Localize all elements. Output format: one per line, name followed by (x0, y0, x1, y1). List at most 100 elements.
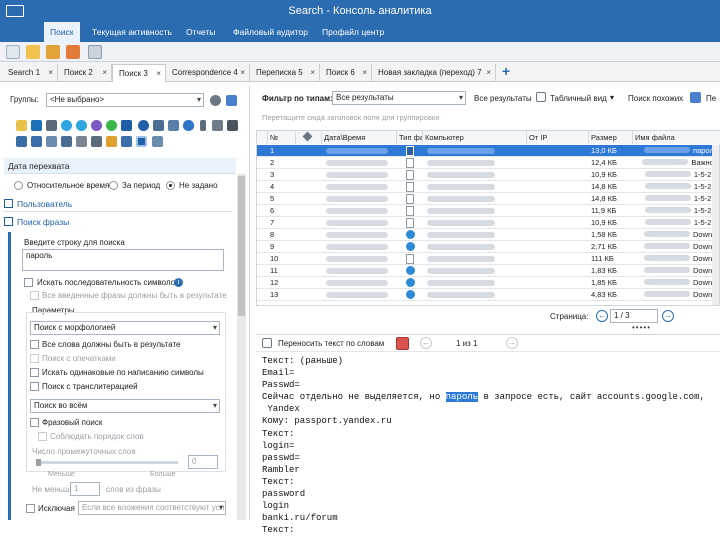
translit-checkbox[interactable] (30, 382, 39, 391)
phrase-checkbox[interactable] (4, 217, 13, 226)
phrase-section-header[interactable]: Поиск фразы (4, 214, 232, 230)
prev-doc-icon[interactable]: ← (420, 337, 432, 349)
header-filename[interactable]: Имя файла (633, 131, 720, 144)
pdf-icon[interactable] (396, 337, 409, 350)
add-tab-icon[interactable]: + (502, 63, 510, 79)
table-row[interactable]: 1 13,0 КБ пароле (257, 145, 719, 157)
tab-search-6[interactable]: Поиск 6 × (320, 64, 372, 82)
close-icon[interactable]: × (486, 64, 491, 82)
ribbon-tab-reports[interactable]: Отчеты (180, 22, 221, 42)
table-row[interactable]: 6 11,9 КБ 1-5-21- (257, 205, 719, 217)
between-words-input[interactable]: 0 (188, 455, 218, 469)
gear-icon[interactable] (210, 95, 221, 106)
table-row[interactable]: 2 12,4 КБ Важно.. (257, 157, 719, 169)
folder-icon[interactable] (106, 136, 117, 147)
prev-page-icon[interactable]: ← (596, 310, 608, 322)
table-row[interactable]: 11 1,83 КБ Downlo (257, 265, 719, 277)
web-icon[interactable] (138, 120, 149, 131)
date-unset-radio[interactable] (166, 181, 175, 190)
tab-search-2[interactable]: Поиск 2 × (58, 64, 112, 82)
cloud-icon[interactable] (183, 120, 194, 131)
goto-button[interactable]: Пе (706, 94, 716, 103)
close-icon[interactable]: × (156, 65, 161, 83)
between-words-slider[interactable] (36, 461, 178, 464)
close-icon[interactable]: × (102, 64, 107, 82)
clipboard-icon[interactable] (31, 136, 42, 147)
close-icon[interactable]: × (48, 64, 53, 82)
table-view-button[interactable]: Табличный вид (550, 94, 607, 103)
table-view-dropdown-icon[interactable]: ▾ (610, 93, 614, 102)
header-computer[interactable]: Компьютер (423, 131, 527, 144)
page-input[interactable]: 1 / 3 (610, 309, 658, 323)
device-icon[interactable] (212, 120, 223, 131)
social-icon[interactable] (153, 120, 164, 131)
phrase-input[interactable]: пароль (22, 249, 224, 271)
ribbon-tab-activity[interactable]: Текущая активность (86, 22, 178, 42)
header-datetime[interactable]: Дата\Время (322, 131, 397, 144)
scrollbar-thumb[interactable] (238, 176, 245, 316)
next-doc-icon[interactable]: → (506, 337, 518, 349)
file-copy-icon[interactable] (91, 136, 102, 147)
seq-checkbox[interactable] (24, 278, 33, 287)
phrase-search-checkbox[interactable] (30, 418, 39, 427)
printer-icon[interactable] (227, 120, 238, 131)
info-icon[interactable]: i (174, 278, 183, 287)
exclude-select[interactable]: Если все вложения соответствуют усл (78, 501, 226, 515)
close-icon[interactable]: × (240, 64, 245, 82)
search-scope-select[interactable]: Поиск во всём (30, 399, 220, 413)
typos-checkbox[interactable] (30, 354, 39, 363)
usb-icon[interactable] (200, 120, 206, 131)
all-phrases-checkbox[interactable] (30, 291, 39, 300)
print-icon[interactable] (88, 45, 102, 59)
table-row[interactable]: 13 4,83 КБ Downlo (257, 289, 719, 301)
skype-chat-icon[interactable] (76, 120, 87, 131)
eraser-icon[interactable] (226, 95, 237, 106)
chart-icon[interactable] (121, 136, 132, 147)
export-icon[interactable] (46, 45, 60, 59)
goto-icon[interactable] (690, 92, 701, 103)
whatsapp-icon[interactable] (106, 120, 117, 131)
wrap-text-button[interactable]: Переносить текст по словам (278, 339, 384, 348)
close-icon[interactable]: × (310, 64, 315, 82)
same-chars-checkbox[interactable] (30, 368, 39, 377)
telegram-icon[interactable] (61, 120, 72, 131)
header-size[interactable]: Размер (589, 131, 633, 144)
tab-new-bookmark-7[interactable]: Новая закладка (переход) 7 × (372, 64, 496, 82)
open-search-icon[interactable] (26, 45, 40, 59)
splitter-grip[interactable]: ••••• (632, 323, 651, 332)
table-row[interactable]: 7 10,9 КБ 1-5-21- (257, 217, 719, 229)
grid-scrollbar[interactable] (712, 145, 719, 305)
word-order-checkbox[interactable] (38, 432, 47, 441)
groups-select[interactable]: <Не выбрано> (46, 93, 204, 107)
screenshot-icon[interactable] (46, 136, 57, 147)
keylogger-icon[interactable] (16, 136, 27, 147)
left-scrollbar[interactable] (237, 174, 246, 520)
filter-select[interactable]: Все результаты (332, 91, 466, 105)
date-section-header[interactable]: Дата перехвата (4, 158, 236, 174)
date-relative-radio[interactable] (14, 181, 23, 190)
close-icon[interactable]: × (362, 64, 367, 82)
tab-search-3[interactable]: Поиск 3 × (112, 64, 166, 82)
slider-thumb[interactable] (36, 459, 41, 466)
all-results-button[interactable]: Все результаты (474, 94, 532, 103)
not-less-input[interactable]: 1 (70, 482, 100, 496)
user-checkbox[interactable] (4, 199, 13, 208)
table-row[interactable]: 8 1,58 КБ Downlo (257, 229, 719, 241)
skype-icon[interactable] (31, 120, 42, 131)
header-filetype[interactable]: Тип фа (397, 131, 423, 144)
tab-correspondence-4[interactable]: Correspondence 4 × (166, 64, 250, 82)
table-row[interactable]: 5 14,8 КБ 1-5-21- (257, 193, 719, 205)
morph-select[interactable]: Поиск с морфологией (30, 321, 220, 335)
tab-correspondence-5[interactable]: Переписка 5 × (250, 64, 320, 82)
new-search-icon[interactable] (6, 45, 20, 59)
ribbon-tab-file-auditor[interactable]: Файловый аудитор (227, 22, 314, 42)
table-row[interactable]: 12 1,85 КБ Downlo (257, 277, 719, 289)
ribbon-tab-profile-center[interactable]: Профайл центр (316, 22, 390, 42)
microphone-icon[interactable] (76, 136, 87, 147)
pc-icon[interactable] (168, 120, 179, 131)
all-words-checkbox[interactable] (30, 340, 39, 349)
mail-icon[interactable] (16, 120, 27, 131)
tab-search-1[interactable]: Search 1 × (2, 64, 58, 82)
viber-icon[interactable] (91, 120, 102, 131)
camera-icon[interactable] (61, 136, 72, 147)
